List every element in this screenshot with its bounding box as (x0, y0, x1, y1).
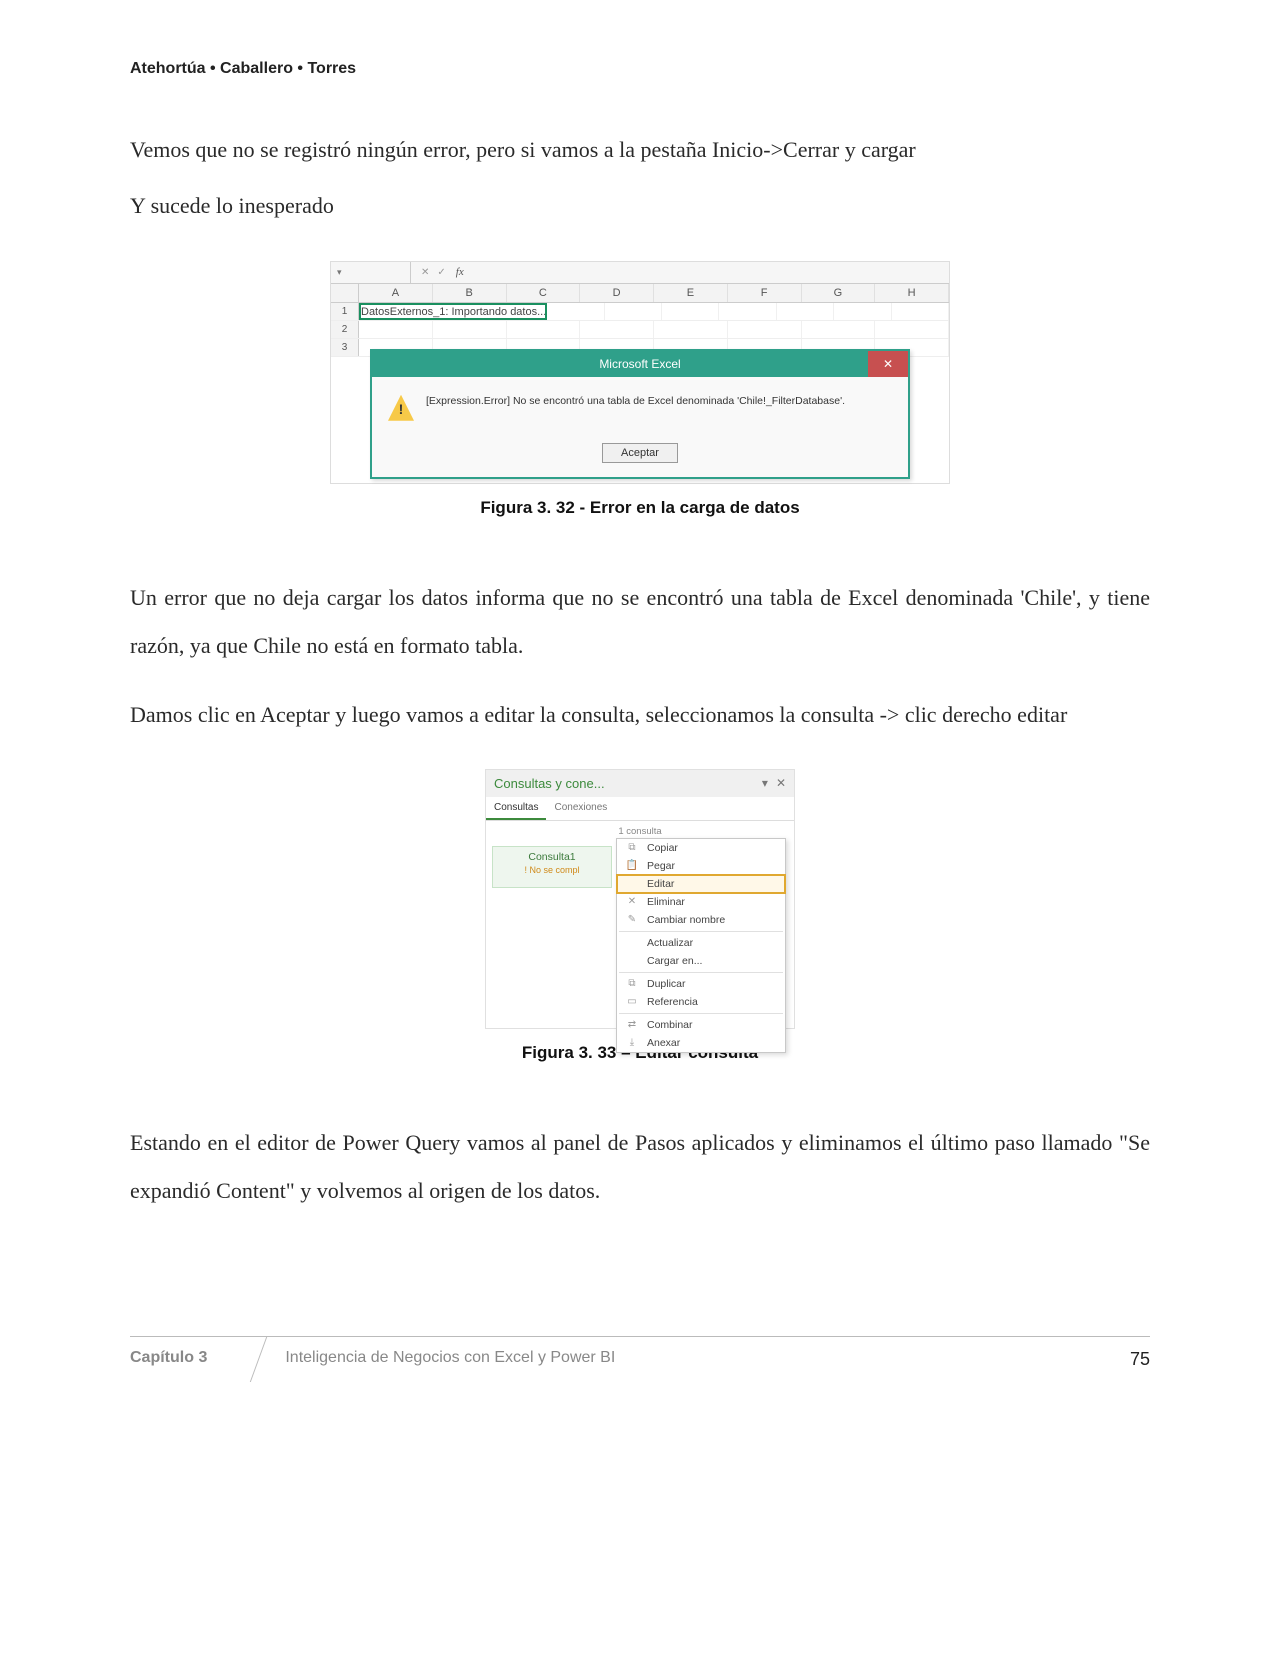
col-header[interactable]: H (875, 284, 949, 302)
reference-icon: ▭ (625, 996, 639, 1007)
cell-A1[interactable]: DatosExternos_1: Importando datos... (359, 303, 547, 320)
dialog-title-bar: Microsoft Excel ✕ (372, 351, 908, 377)
delete-icon: ✕ (625, 896, 639, 907)
menu-referencia[interactable]: ▭Referencia (617, 993, 785, 1011)
figure-2: Consultas y cone... ▾ ✕ Consultas Conexi… (130, 769, 1150, 1063)
warning-icon (388, 395, 414, 421)
accept-button[interactable]: Aceptar (602, 443, 678, 463)
close-icon: ✕ (883, 357, 893, 371)
query-item[interactable]: Consulta1 ! No se compl (492, 846, 612, 888)
pane-tabs: Consultas Conexiones (486, 797, 794, 821)
figure-1-caption: Figura 3. 32 - Error en la carga de dato… (130, 498, 1150, 518)
merge-icon: ⇄ (625, 1019, 639, 1030)
menu-pegar[interactable]: 📋Pegar (617, 857, 785, 875)
menu-copiar[interactable]: ⧉Copiar (617, 839, 785, 857)
pane-dropdown-icon[interactable]: ▾ (762, 776, 768, 790)
query-name: Consulta1 (528, 851, 575, 863)
paragraph-4: Damos clic en Aceptar y luego vamos a ed… (130, 691, 1150, 739)
context-menu: ⧉Copiar 📋Pegar Editar ✕Eliminar ✎Cambiar… (616, 838, 786, 1053)
query-warning: ! No se compl (499, 865, 605, 875)
append-icon: ⤓ (625, 1037, 639, 1048)
menu-editar[interactable]: Editar (617, 875, 785, 893)
col-header[interactable]: A (359, 284, 433, 302)
page-header-authors: Atehortúa • Caballero • Torres (130, 60, 1150, 78)
tab-consultas[interactable]: Consultas (486, 797, 546, 820)
pane-close-icon[interactable]: ✕ (776, 776, 786, 790)
dialog-close-button[interactable]: ✕ (868, 351, 908, 377)
paragraph-5: Estando en el editor de Power Query vamo… (130, 1119, 1150, 1216)
figure-1: ▾ ✕ ✓ fx A B C D E F G H 1 DatosExternos… (130, 261, 1150, 518)
menu-eliminar[interactable]: ✕Eliminar (617, 893, 785, 911)
formula-bar: ▾ ✕ ✓ fx (331, 262, 949, 284)
paragraph-1: Vemos que no se registró ningún error, p… (130, 126, 1150, 174)
col-header[interactable]: C (507, 284, 581, 302)
menu-cambiar-nombre[interactable]: ✎Cambiar nombre (617, 911, 785, 929)
name-box-dropdown-icon[interactable]: ▾ (337, 267, 342, 278)
menu-duplicar[interactable]: ⧉Duplicar (617, 975, 785, 993)
column-headers: A B C D E F G H (331, 284, 949, 303)
chapter-label: Capítulo 3 (130, 1337, 229, 1382)
tab-conexiones[interactable]: Conexiones (546, 797, 615, 820)
col-header[interactable]: D (580, 284, 654, 302)
excel-screenshot: ▾ ✕ ✓ fx A B C D E F G H 1 DatosExternos… (330, 261, 950, 484)
enter-icon[interactable]: ✓ (433, 267, 449, 278)
col-header[interactable]: G (802, 284, 876, 302)
col-header[interactable]: B (433, 284, 507, 302)
error-dialog: Microsoft Excel ✕ [Expression.Error] No … (370, 349, 910, 479)
book-title: Inteligencia de Negocios con Excel y Pow… (285, 1337, 1130, 1382)
rename-icon: ✎ (625, 914, 639, 925)
cancel-icon[interactable]: ✕ (417, 267, 433, 278)
page-footer: Capítulo 3 Inteligencia de Negocios con … (130, 1336, 1150, 1382)
paragraph-2: Y sucede lo inesperado (130, 182, 1150, 230)
dialog-title-text: Microsoft Excel (599, 357, 680, 371)
menu-combinar[interactable]: ⇄Combinar (617, 1016, 785, 1034)
queries-pane-screenshot: Consultas y cone... ▾ ✕ Consultas Conexi… (485, 769, 795, 1029)
page-number: 75 (1130, 1337, 1150, 1382)
col-header[interactable]: F (728, 284, 802, 302)
col-header[interactable]: E (654, 284, 728, 302)
menu-anexar[interactable]: ⤓Anexar (617, 1034, 785, 1052)
copy-icon: ⧉ (625, 842, 639, 853)
paste-icon: 📋 (625, 860, 639, 871)
pane-title-bar: Consultas y cone... ▾ ✕ (486, 770, 794, 797)
fx-icon[interactable]: fx (450, 266, 470, 278)
menu-cargar-en[interactable]: Cargar en... (617, 952, 785, 970)
paragraph-3: Un error que no deja cargar los datos in… (130, 574, 1150, 671)
dialog-message: [Expression.Error] No se encontró una ta… (426, 395, 845, 409)
duplicate-icon: ⧉ (625, 978, 639, 989)
pane-title-text: Consultas y cone... (494, 776, 605, 791)
menu-actualizar[interactable]: Actualizar (617, 934, 785, 952)
spreadsheet-grid[interactable]: 1 DatosExternos_1: Importando datos... 2… (331, 303, 949, 483)
